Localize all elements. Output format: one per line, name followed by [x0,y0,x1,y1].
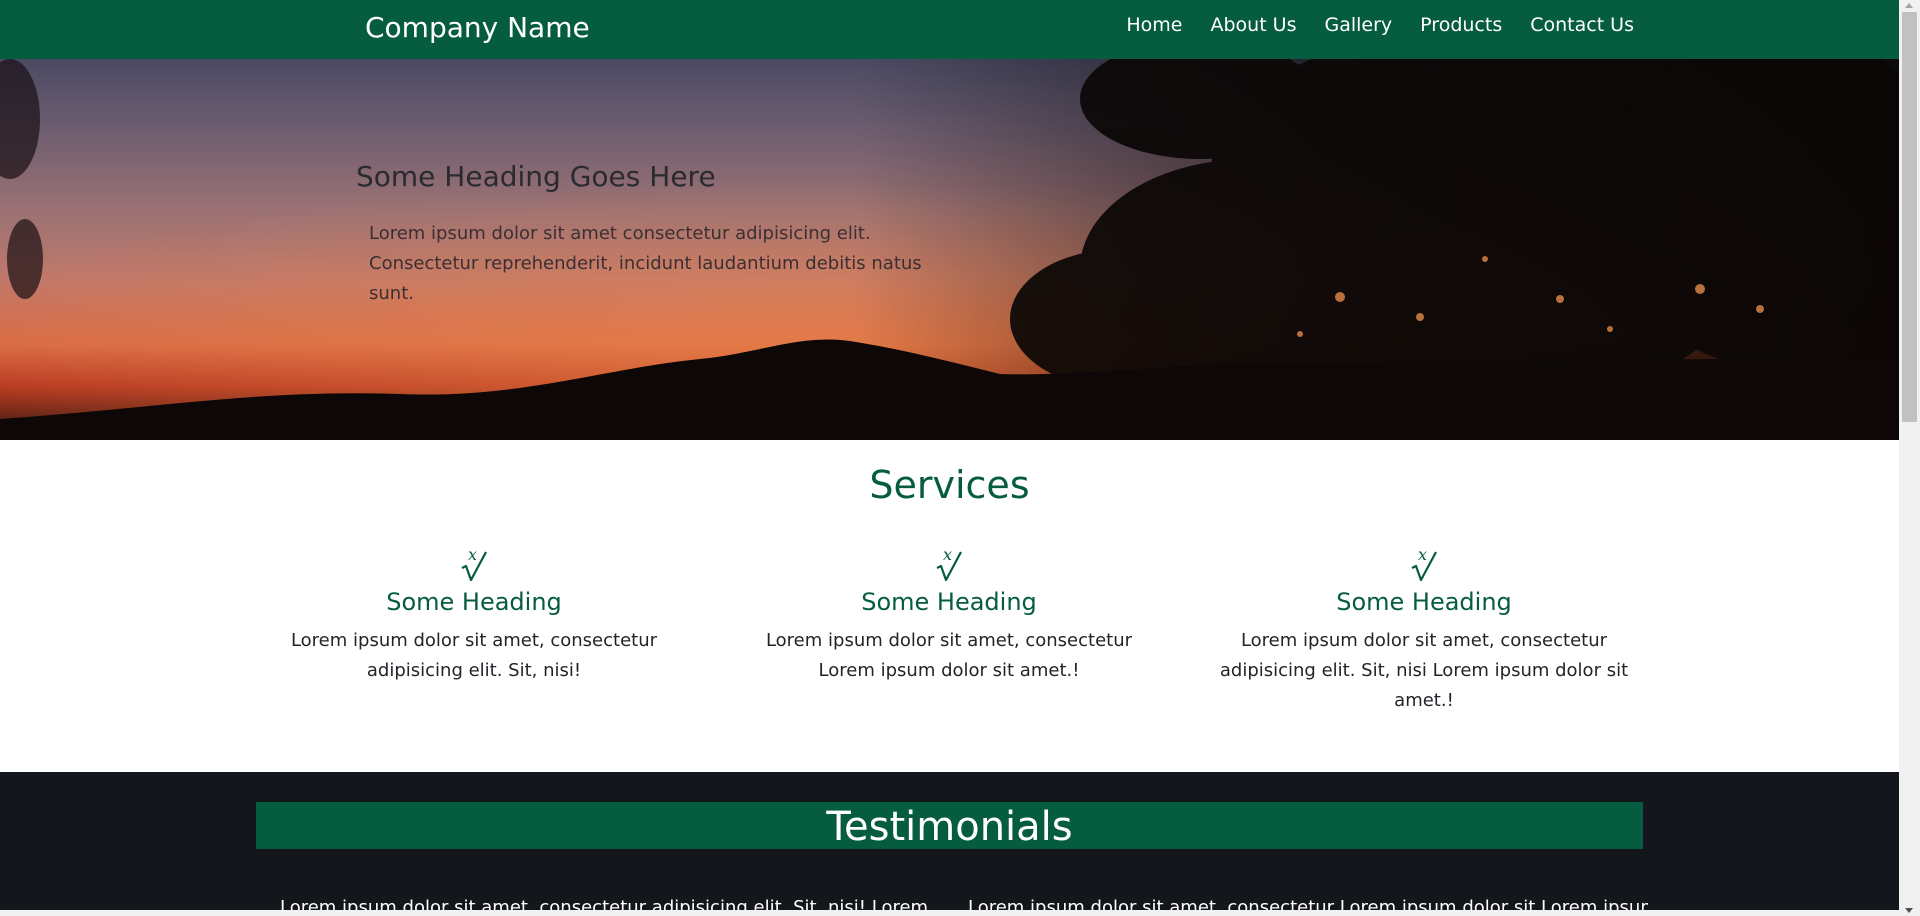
svg-text:x: x [1418,546,1427,564]
square-root-x-icon: x [461,546,487,582]
service-text: Lorem ipsum dolor sit amet, consectetur … [765,630,1133,681]
service-card: x Some Heading Lorem ipsum dolor sit ame… [254,546,694,686]
brand-logo[interactable]: Company Name [365,10,590,46]
nav-item-products[interactable]: Products [1406,12,1516,38]
testimonials-title: Testimonials [826,804,1073,850]
svg-text:x: x [468,546,477,564]
hero-background-image [0,59,1899,440]
nav-item-contact-us[interactable]: Contact Us [1516,12,1634,38]
scroll-up-arrow-icon[interactable] [1905,3,1913,8]
testimonials-section: Testimonials Lorem ipsum dolor sit amet,… [0,772,1899,916]
nav-item-home[interactable]: Home [1112,12,1196,38]
service-heading: Some Heading [1336,588,1512,616]
vertical-scrollbar[interactable] [1899,0,1920,916]
horizontal-scrollbar-track [0,910,1899,916]
nav-item-gallery[interactable]: Gallery [1311,12,1407,38]
square-root-x-icon: x [936,546,962,582]
service-text: Lorem ipsum dolor sit amet, consectetur … [1219,630,1629,711]
service-card: x Some Heading Lorem ipsum dolor sit ame… [1204,546,1644,716]
service-card: x Some Heading Lorem ipsum dolor sit ame… [729,546,1169,686]
scroll-down-arrow-icon[interactable] [1905,908,1913,913]
hero-section: Some Heading Goes Here Lorem ipsum dolor… [0,59,1899,440]
services-section: Services x Some Heading Lorem ipsum dolo… [0,440,1899,772]
hero-heading: Some Heading Goes Here [356,160,716,193]
testimonials-title-bar: Testimonials [256,802,1643,850]
service-heading: Some Heading [386,588,562,616]
scrollbar-thumb[interactable] [1902,12,1917,422]
nav-menu: Home About Us Gallery Products Contact U… [1112,12,1634,38]
hero-text: Lorem ipsum dolor sit amet consectetur a… [369,223,922,304]
navbar: Company Name Home About Us Gallery Produ… [0,0,1899,59]
service-text: Lorem ipsum dolor sit amet, consectetur … [290,630,658,681]
nav-item-about-us[interactable]: About Us [1196,12,1310,38]
service-heading: Some Heading [861,588,1037,616]
svg-text:x: x [943,546,952,564]
square-root-x-icon: x [1411,546,1437,582]
services-title: Services [869,463,1030,507]
